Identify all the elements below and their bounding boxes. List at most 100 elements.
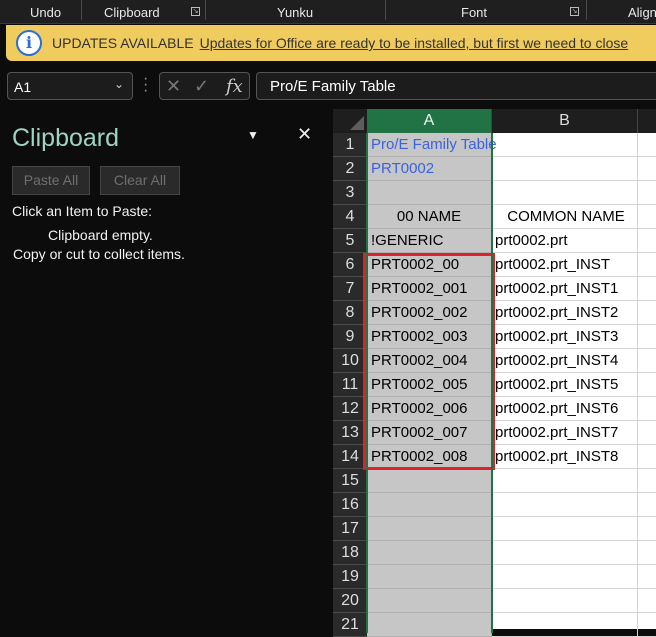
row-header[interactable]: 18 bbox=[333, 541, 367, 565]
cell-c14[interactable] bbox=[638, 445, 656, 469]
clipboard-launcher-icon[interactable]: ↘ bbox=[191, 7, 200, 16]
ribbon-group-alignment[interactable]: Align bbox=[628, 5, 656, 20]
clear-all-button[interactable]: Clear All bbox=[100, 166, 180, 195]
cell-c13[interactable] bbox=[638, 421, 656, 445]
pane-options-icon[interactable]: ▼ bbox=[247, 128, 259, 142]
cell-c1[interactable] bbox=[638, 133, 656, 157]
close-icon[interactable]: ✕ bbox=[297, 124, 312, 145]
cell-a16[interactable] bbox=[367, 493, 492, 517]
cell-a1[interactable]: Pro/E Family Table bbox=[367, 133, 497, 157]
row-header[interactable]: 9 bbox=[333, 325, 367, 349]
cell-c4[interactable] bbox=[638, 205, 656, 229]
row-header[interactable]: 20 bbox=[333, 589, 367, 613]
cell-c8[interactable] bbox=[638, 301, 656, 325]
row-header[interactable]: 5 bbox=[333, 229, 367, 253]
cell-c20[interactable] bbox=[638, 589, 656, 613]
fx-icon[interactable]: fx bbox=[226, 76, 243, 97]
cell-c21[interactable] bbox=[638, 613, 656, 637]
cell-c11[interactable] bbox=[638, 373, 656, 397]
cell-c16[interactable] bbox=[638, 493, 656, 517]
ribbon-group-yunku[interactable]: Yunku bbox=[277, 5, 313, 20]
cell-b11[interactable]: prt0002.prt_INST5 bbox=[492, 373, 638, 397]
cell-b20[interactable] bbox=[492, 589, 638, 613]
cell-b19[interactable] bbox=[492, 565, 638, 589]
ribbon-group-clipboard[interactable]: Clipboard bbox=[104, 5, 160, 20]
cell-b21[interactable] bbox=[492, 613, 638, 637]
cell-c5[interactable] bbox=[638, 229, 656, 253]
cell-b1[interactable] bbox=[492, 133, 638, 157]
row-header[interactable]: 10 bbox=[333, 349, 367, 373]
cell-c12[interactable] bbox=[638, 397, 656, 421]
name-box[interactable]: A1 ⌄ bbox=[7, 72, 133, 100]
row-header[interactable]: 1 bbox=[333, 133, 367, 157]
row-header[interactable]: 16 bbox=[333, 493, 367, 517]
row-header[interactable]: 19 bbox=[333, 565, 367, 589]
cell-c10[interactable] bbox=[638, 349, 656, 373]
cell-c9[interactable] bbox=[638, 325, 656, 349]
row-header[interactable]: 13 bbox=[333, 421, 367, 445]
cell-a3[interactable] bbox=[367, 181, 492, 205]
selection-border bbox=[366, 133, 368, 633]
paste-all-button[interactable]: Paste All bbox=[12, 166, 90, 195]
cell-b4[interactable]: COMMON NAME bbox=[492, 205, 638, 229]
cell-a2[interactable]: PRT0002 bbox=[367, 157, 492, 181]
cell-a19[interactable] bbox=[367, 565, 492, 589]
cell-b13[interactable]: prt0002.prt_INST7 bbox=[492, 421, 638, 445]
more-options-icon[interactable]: · · · bbox=[143, 71, 148, 99]
cell-c3[interactable] bbox=[638, 181, 656, 205]
cell-b6[interactable]: prt0002.prt_INST bbox=[492, 253, 638, 277]
cell-b9[interactable]: prt0002.prt_INST3 bbox=[492, 325, 638, 349]
column-header-b[interactable]: B bbox=[492, 109, 638, 133]
row-header[interactable]: 8 bbox=[333, 301, 367, 325]
chevron-down-icon[interactable]: ⌄ bbox=[114, 77, 124, 91]
cell-a18[interactable] bbox=[367, 541, 492, 565]
row-header[interactable]: 3 bbox=[333, 181, 367, 205]
row-header[interactable]: 11 bbox=[333, 373, 367, 397]
cell-a20[interactable] bbox=[367, 589, 492, 613]
check-icon[interactable]: ✓ bbox=[194, 76, 209, 97]
row-header[interactable]: 21 bbox=[333, 613, 367, 637]
cell-c7[interactable] bbox=[638, 277, 656, 301]
row-header[interactable]: 12 bbox=[333, 397, 367, 421]
cell-b7[interactable]: prt0002.prt_INST1 bbox=[492, 277, 638, 301]
cell-b17[interactable] bbox=[492, 517, 638, 541]
cell-b3[interactable] bbox=[492, 181, 638, 205]
ribbon-group-font[interactable]: Font bbox=[461, 5, 487, 20]
cell-b8[interactable]: prt0002.prt_INST2 bbox=[492, 301, 638, 325]
cell-a5[interactable]: !GENERIC bbox=[367, 229, 492, 253]
font-launcher-icon[interactable]: ↘ bbox=[570, 7, 579, 16]
cell-c2[interactable] bbox=[638, 157, 656, 181]
cell-c15[interactable] bbox=[638, 469, 656, 493]
formula-input[interactable]: Pro/E Family Table bbox=[256, 72, 656, 100]
cell-b15[interactable] bbox=[492, 469, 638, 493]
cell-b16[interactable] bbox=[492, 493, 638, 517]
column-header-c[interactable] bbox=[638, 109, 656, 133]
cell-c18[interactable] bbox=[638, 541, 656, 565]
row-header[interactable]: 2 bbox=[333, 157, 367, 181]
cell-b14[interactable]: prt0002.prt_INST8 bbox=[492, 445, 638, 469]
cell-a21[interactable] bbox=[367, 613, 492, 637]
cell-c17[interactable] bbox=[638, 517, 656, 541]
select-all-button[interactable] bbox=[333, 109, 367, 133]
cell-a15[interactable] bbox=[367, 469, 492, 493]
row-header[interactable]: 6 bbox=[333, 253, 367, 277]
row-header[interactable]: 17 bbox=[333, 517, 367, 541]
row-header[interactable]: 7 bbox=[333, 277, 367, 301]
cell-c6[interactable] bbox=[638, 253, 656, 277]
row-header[interactable]: 4 bbox=[333, 205, 367, 229]
row-header[interactable]: 14 bbox=[333, 445, 367, 469]
cancel-icon[interactable]: ✕ bbox=[166, 76, 181, 97]
cell-b10[interactable]: prt0002.prt_INST4 bbox=[492, 349, 638, 373]
cell-a17[interactable] bbox=[367, 517, 492, 541]
highlight-box bbox=[363, 253, 495, 470]
cell-b5[interactable]: prt0002.prt bbox=[492, 229, 638, 253]
ribbon-group-undo[interactable]: Undo bbox=[30, 5, 61, 20]
cell-b2[interactable] bbox=[492, 157, 638, 181]
banner-link[interactable]: Updates for Office are ready to be insta… bbox=[200, 35, 629, 51]
cell-b18[interactable] bbox=[492, 541, 638, 565]
row-header[interactable]: 15 bbox=[333, 469, 367, 493]
column-header-a[interactable]: A bbox=[367, 109, 492, 133]
cell-c19[interactable] bbox=[638, 565, 656, 589]
cell-a4[interactable]: 00 NAME bbox=[367, 205, 492, 229]
cell-b12[interactable]: prt0002.prt_INST6 bbox=[492, 397, 638, 421]
